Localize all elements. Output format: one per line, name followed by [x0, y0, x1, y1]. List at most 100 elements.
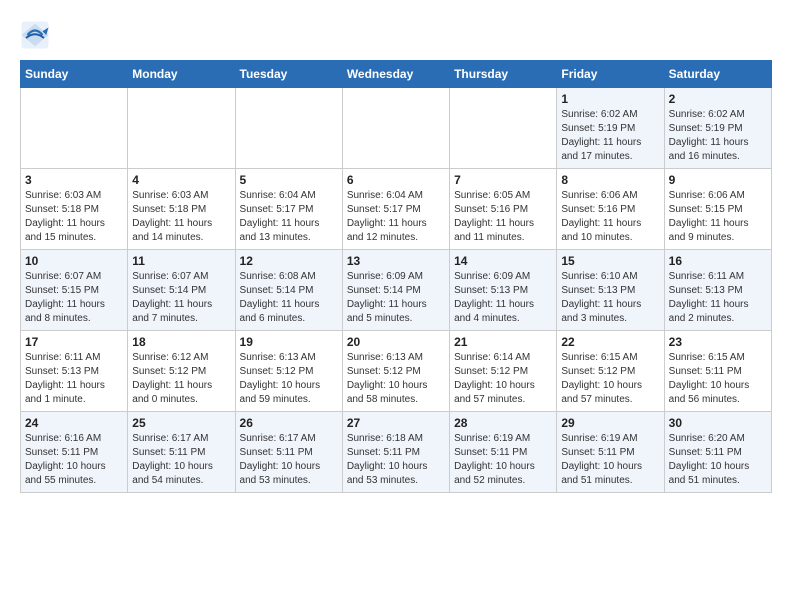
day-info: Sunrise: 6:03 AM Sunset: 5:18 PM Dayligh… [132, 189, 230, 245]
day-number: 22 [561, 335, 659, 349]
calendar-cell [128, 88, 235, 169]
day-of-week-header: Sunday [21, 61, 128, 88]
day-number: 12 [240, 254, 338, 268]
calendar-cell: 26 Sunrise: 6:17 AM Sunset: 5:11 PM Dayli… [235, 412, 342, 493]
calendar-cell: 22Sunrise: 6:15 AM Sunset: 5:12 PM Dayli… [557, 331, 664, 412]
calendar-cell [21, 88, 128, 169]
calendar-week-row: 3 Sunrise: 6:03 AM Sunset: 5:18 PM Daylig… [21, 169, 772, 250]
calendar-cell: 20 Sunrise: 6:13 AM Sunset: 5:12 PM Dayli… [342, 331, 449, 412]
day-info: Sunrise: 6:07 AM Sunset: 5:14 PM Dayligh… [132, 270, 230, 326]
calendar-cell [342, 88, 449, 169]
calendar-cell: 14Sunrise: 6:09 AM Sunset: 5:13 PM Dayli… [450, 250, 557, 331]
day-number: 21 [454, 335, 552, 349]
logo-icon [20, 20, 50, 50]
day-number: 4 [132, 173, 230, 187]
day-number: 19 [240, 335, 338, 349]
calendar-week-row: 17 Sunrise: 6:11 AM Sunset: 5:13 PM Dayli… [21, 331, 772, 412]
day-number: 3 [25, 173, 123, 187]
day-info: Sunrise: 6:05 AM Sunset: 5:16 PM Dayligh… [454, 189, 552, 245]
day-number: 24 [25, 416, 123, 430]
day-of-week-header: Monday [128, 61, 235, 88]
day-info: Sunrise: 6:09 AM Sunset: 5:14 PM Dayligh… [347, 270, 445, 326]
day-number: 10 [25, 254, 123, 268]
day-info: Sunrise: 6:13 AM Sunset: 5:12 PM Dayligh… [347, 351, 445, 407]
day-info: Sunrise: 6:02 AM Sunset: 5:19 PM Dayligh… [669, 108, 767, 164]
calendar-week-row: 24 Sunrise: 6:16 AM Sunset: 5:11 PM Dayli… [21, 412, 772, 493]
day-number: 25 [132, 416, 230, 430]
day-number: 13 [347, 254, 445, 268]
day-number: 6 [347, 173, 445, 187]
calendar-cell: 13 Sunrise: 6:09 AM Sunset: 5:14 PM Dayli… [342, 250, 449, 331]
calendar-cell: 10Sunrise: 6:07 AM Sunset: 5:15 PM Dayli… [21, 250, 128, 331]
day-info: Sunrise: 6:06 AM Sunset: 5:16 PM Dayligh… [561, 189, 659, 245]
day-info: Sunrise: 6:08 AM Sunset: 5:14 PM Dayligh… [240, 270, 338, 326]
calendar-cell: 17 Sunrise: 6:11 AM Sunset: 5:13 PM Dayli… [21, 331, 128, 412]
day-number: 28 [454, 416, 552, 430]
calendar-cell: 3 Sunrise: 6:03 AM Sunset: 5:18 PM Daylig… [21, 169, 128, 250]
day-number: 30 [669, 416, 767, 430]
day-of-week-header: Wednesday [342, 61, 449, 88]
day-info: Sunrise: 6:11 AM Sunset: 5:13 PM Dayligh… [25, 351, 123, 407]
day-number: 1 [561, 92, 659, 106]
day-of-week-header: Tuesday [235, 61, 342, 88]
day-number: 2 [669, 92, 767, 106]
calendar-cell: 8 Sunrise: 6:06 AM Sunset: 5:16 PM Daylig… [557, 169, 664, 250]
day-info: Sunrise: 6:02 AM Sunset: 5:19 PM Dayligh… [561, 108, 659, 164]
day-number: 8 [561, 173, 659, 187]
day-info: Sunrise: 6:03 AM Sunset: 5:18 PM Dayligh… [25, 189, 123, 245]
calendar-table: SundayMondayTuesdayWednesdayThursdayFrid… [20, 60, 772, 493]
day-info: Sunrise: 6:12 AM Sunset: 5:12 PM Dayligh… [132, 351, 230, 407]
day-info: Sunrise: 6:15 AM Sunset: 5:11 PM Dayligh… [669, 351, 767, 407]
day-info: Sunrise: 6:18 AM Sunset: 5:11 PM Dayligh… [347, 432, 445, 488]
calendar-cell: 27 Sunrise: 6:18 AM Sunset: 5:11 PM Dayli… [342, 412, 449, 493]
day-info: Sunrise: 6:19 AM Sunset: 5:11 PM Dayligh… [561, 432, 659, 488]
day-number: 20 [347, 335, 445, 349]
calendar-cell [235, 88, 342, 169]
day-of-week-header: Thursday [450, 61, 557, 88]
calendar-cell: 6 Sunrise: 6:04 AM Sunset: 5:17 PM Daylig… [342, 169, 449, 250]
day-info: Sunrise: 6:14 AM Sunset: 5:12 PM Dayligh… [454, 351, 552, 407]
day-number: 17 [25, 335, 123, 349]
calendar-cell: 11Sunrise: 6:07 AM Sunset: 5:14 PM Dayli… [128, 250, 235, 331]
calendar-cell: 15 Sunrise: 6:10 AM Sunset: 5:13 PM Dayli… [557, 250, 664, 331]
day-number: 7 [454, 173, 552, 187]
day-number: 5 [240, 173, 338, 187]
day-info: Sunrise: 6:13 AM Sunset: 5:12 PM Dayligh… [240, 351, 338, 407]
day-info: Sunrise: 6:04 AM Sunset: 5:17 PM Dayligh… [347, 189, 445, 245]
day-info: Sunrise: 6:09 AM Sunset: 5:13 PM Dayligh… [454, 270, 552, 326]
day-number: 26 [240, 416, 338, 430]
day-info: Sunrise: 6:10 AM Sunset: 5:13 PM Dayligh… [561, 270, 659, 326]
calendar-cell: 12 Sunrise: 6:08 AM Sunset: 5:14 PM Dayli… [235, 250, 342, 331]
calendar-header-row: SundayMondayTuesdayWednesdayThursdayFrid… [21, 61, 772, 88]
calendar-cell [450, 88, 557, 169]
day-number: 16 [669, 254, 767, 268]
calendar-cell: 30 Sunrise: 6:20 AM Sunset: 5:11 PM Dayli… [664, 412, 771, 493]
day-info: Sunrise: 6:11 AM Sunset: 5:13 PM Dayligh… [669, 270, 767, 326]
calendar-cell: 28 Sunrise: 6:19 AM Sunset: 5:11 PM Dayli… [450, 412, 557, 493]
logo [20, 20, 54, 50]
day-of-week-header: Saturday [664, 61, 771, 88]
calendar-cell: 7 Sunrise: 6:05 AM Sunset: 5:16 PM Daylig… [450, 169, 557, 250]
day-info: Sunrise: 6:19 AM Sunset: 5:11 PM Dayligh… [454, 432, 552, 488]
page-header [20, 20, 772, 50]
day-number: 27 [347, 416, 445, 430]
day-number: 15 [561, 254, 659, 268]
calendar-cell: 19 Sunrise: 6:13 AM Sunset: 5:12 PM Dayli… [235, 331, 342, 412]
day-info: Sunrise: 6:20 AM Sunset: 5:11 PM Dayligh… [669, 432, 767, 488]
calendar-cell: 24 Sunrise: 6:16 AM Sunset: 5:11 PM Dayli… [21, 412, 128, 493]
calendar-cell: 4 Sunrise: 6:03 AM Sunset: 5:18 PM Daylig… [128, 169, 235, 250]
calendar-cell: 2 Sunrise: 6:02 AM Sunset: 5:19 PM Daylig… [664, 88, 771, 169]
day-info: Sunrise: 6:17 AM Sunset: 5:11 PM Dayligh… [240, 432, 338, 488]
day-number: 9 [669, 173, 767, 187]
day-info: Sunrise: 6:16 AM Sunset: 5:11 PM Dayligh… [25, 432, 123, 488]
calendar-cell: 25 Sunrise: 6:17 AM Sunset: 5:11 PM Dayli… [128, 412, 235, 493]
calendar-cell: 9 Sunrise: 6:06 AM Sunset: 5:15 PM Daylig… [664, 169, 771, 250]
calendar-cell: 1 Sunrise: 6:02 AM Sunset: 5:19 PM Daylig… [557, 88, 664, 169]
calendar-week-row: 1 Sunrise: 6:02 AM Sunset: 5:19 PM Daylig… [21, 88, 772, 169]
calendar-cell: 23Sunrise: 6:15 AM Sunset: 5:11 PM Dayli… [664, 331, 771, 412]
day-info: Sunrise: 6:17 AM Sunset: 5:11 PM Dayligh… [132, 432, 230, 488]
day-info: Sunrise: 6:06 AM Sunset: 5:15 PM Dayligh… [669, 189, 767, 245]
calendar-week-row: 10Sunrise: 6:07 AM Sunset: 5:15 PM Dayli… [21, 250, 772, 331]
day-info: Sunrise: 6:04 AM Sunset: 5:17 PM Dayligh… [240, 189, 338, 245]
day-of-week-header: Friday [557, 61, 664, 88]
